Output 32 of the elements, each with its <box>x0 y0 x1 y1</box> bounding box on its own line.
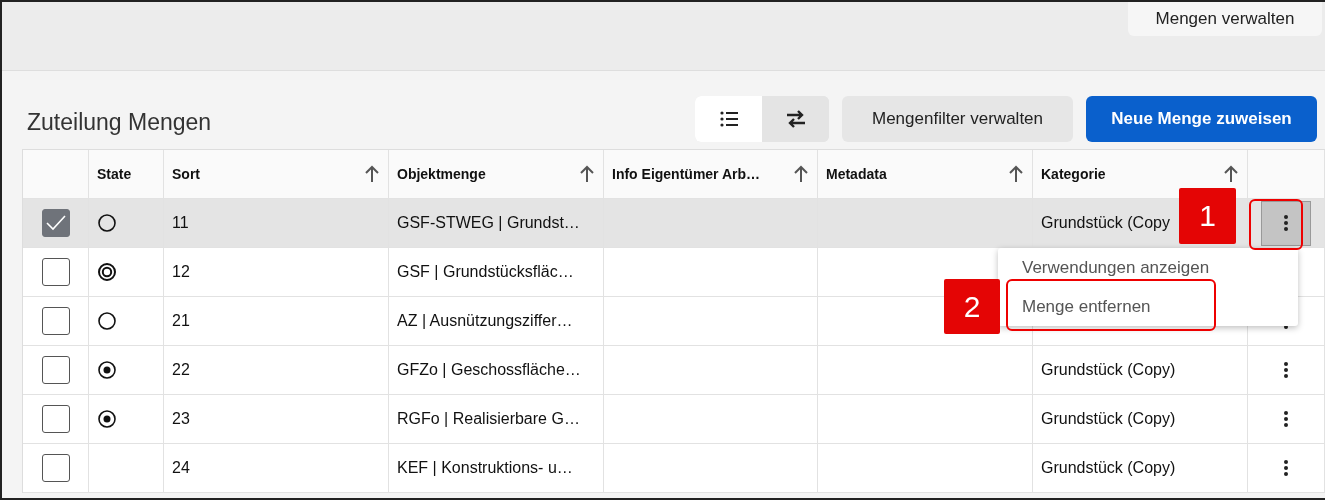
table-cell: RGFo | Realisierbare G… <box>397 410 580 428</box>
menu-item[interactable]: Verwendungen anzeigen <box>998 248 1298 287</box>
table-cell: 24 <box>172 459 190 477</box>
table-cell: Grundstück (Copy) <box>1041 459 1176 477</box>
table-row[interactable]: 23 RGFo | Realisierbare G… Grundstück (Copy) <box>23 395 1325 444</box>
table-cell: GSF-STWEG | Grundst… <box>397 214 580 232</box>
table-row[interactable]: 22 GFZo | Geschossfläche… Grundstück (Copy) <box>23 346 1325 395</box>
column-header[interactable]: Metadata <box>826 166 887 182</box>
table-cell: AZ | Ausnützungsziffer… <box>397 312 573 330</box>
table-cell: 23 <box>172 410 190 428</box>
column-header[interactable]: Sort <box>172 166 200 182</box>
manage-tab[interactable]: Mengen verwalten <box>1128 2 1322 36</box>
table-cell: KEF | Konstruktions- u… <box>397 459 573 477</box>
table-cell: 21 <box>172 312 190 330</box>
column-header[interactable]: Objektmenge <box>397 166 486 182</box>
table-cell: Grundstück (Copy) <box>1041 361 1176 379</box>
table-cell: 12 <box>172 263 190 281</box>
table-cell: GFZo | Geschossfläche… <box>397 361 581 379</box>
filter-button[interactable]: Mengenfilter verwalten <box>842 96 1073 142</box>
column-header[interactable]: Info Eigentümer Arb… <box>612 166 761 182</box>
column-header: State <box>97 166 132 182</box>
assign-button[interactable]: Neue Menge zuweisen <box>1086 96 1317 142</box>
table-row[interactable]: 24 KEF | Konstruktions- u… Grundstück (Copy) <box>23 444 1325 493</box>
table-cell: Grundstück (Copy) <box>1041 410 1176 428</box>
table-cell: 11 <box>172 214 189 232</box>
table-cell: Grundstück (Copy <box>1041 214 1170 232</box>
column-header[interactable]: Kategorie <box>1041 166 1106 182</box>
table-cell: 22 <box>172 361 190 379</box>
step-badge: 1 <box>1179 188 1236 244</box>
step-badge: 2 <box>944 279 1000 334</box>
table-cell: GSF | Grundstücksfläc… <box>397 263 574 281</box>
section-title: Zuteilung Mengen <box>26 107 213 136</box>
